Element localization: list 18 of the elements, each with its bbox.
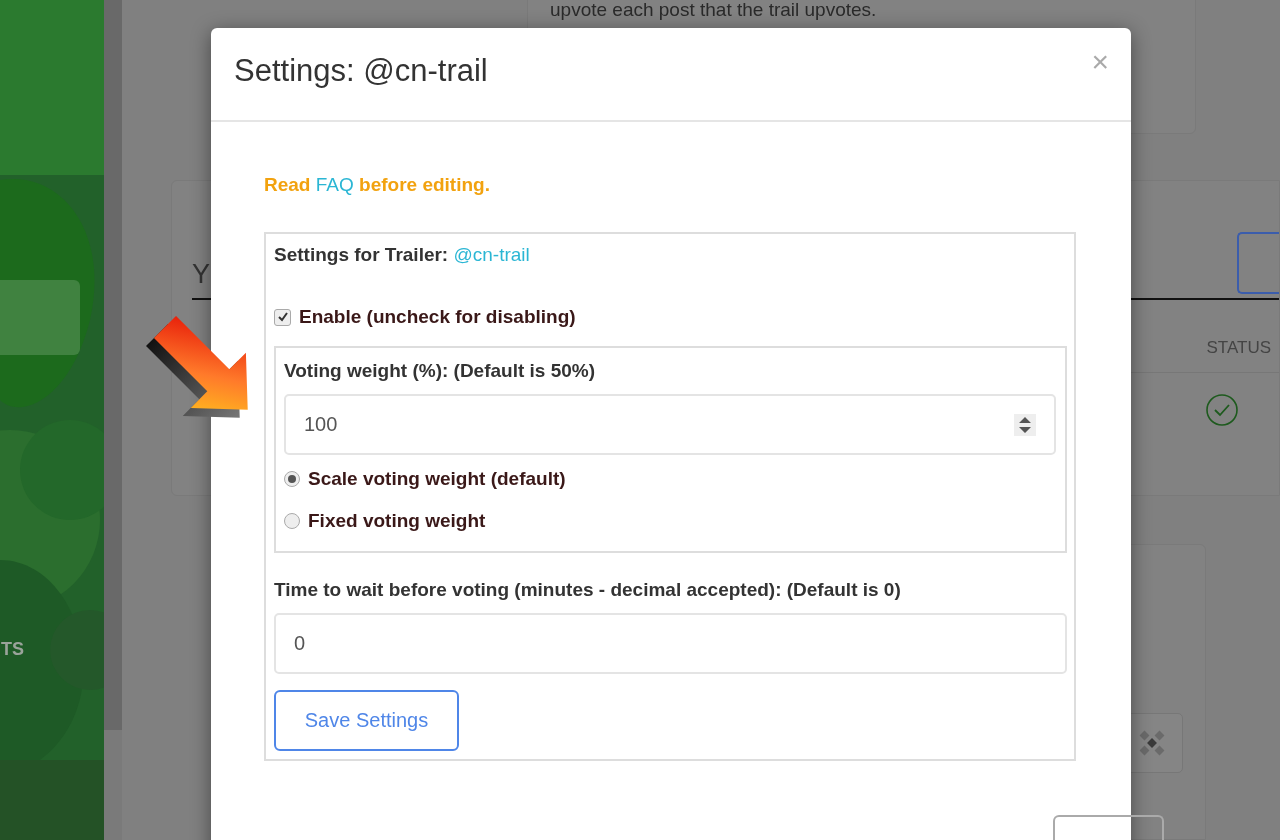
field-label: Voting weight (%): (Default is 50%): [284, 360, 597, 382]
radio-label: Fixed voting weight: [308, 510, 486, 532]
dialog-title: Settings: @cn-trail: [234, 53, 488, 89]
trailer-heading: Settings for Trailer: @cn-trail: [274, 244, 531, 266]
trailer-link[interactable]: @cn-trail: [453, 244, 530, 265]
weight-input[interactable]: 100: [284, 394, 1056, 455]
column-header: STATUS: [1206, 338, 1271, 360]
save-button[interactable]: Save Settings: [274, 690, 459, 751]
radio-label: Scale voting weight (default): [308, 468, 566, 490]
close-button[interactable]: ×: [1091, 47, 1109, 77]
sidebar-label[interactable]: TS: [1, 639, 24, 660]
info-text: upvote each post that the trail upvotes.: [550, 0, 877, 20]
notice-text: Read FAQ before editing.: [264, 174, 491, 196]
checkbox-label: Enable (uncheck for disabling): [299, 306, 576, 328]
field-label: Time to wait before voting (minutes - decimal accepted): (Default is 0): [274, 579, 902, 601]
faq-link[interactable]: FAQ: [315, 174, 354, 195]
card-heading: Y: [192, 261, 210, 292]
wait-input[interactable]: 0: [274, 613, 1067, 674]
